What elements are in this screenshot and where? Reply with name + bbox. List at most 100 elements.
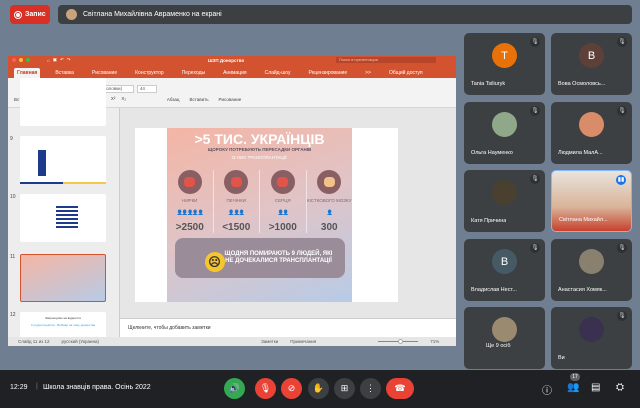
maximize-button[interactable] bbox=[26, 58, 30, 62]
participant-tile[interactable]: Ще 9 осіб bbox=[464, 307, 545, 369]
heart-icon bbox=[270, 170, 295, 194]
superscript-button[interactable]: X² bbox=[111, 96, 116, 101]
participant-tile[interactable]: B 🎙 Вова Осмоловсь... bbox=[551, 33, 632, 95]
slide-canvas: >5 ТИС. УКРАЇНЦІВ ЩОРОКУ ПОТРЕБУЮТЬ ПЕРЕ… bbox=[120, 108, 456, 318]
tab-draw[interactable]: Рисование bbox=[89, 68, 120, 78]
subscript-button[interactable]: X₂ bbox=[121, 96, 126, 101]
font-size-select[interactable]: 44 bbox=[136, 84, 157, 93]
share-button[interactable]: Общий доступ bbox=[386, 68, 426, 78]
meeting-title: Школа знавців права. Осінь 2022 bbox=[43, 384, 151, 391]
organ-kidneys: НИРКИ 👤👤👤👤👤 >2500 bbox=[167, 170, 214, 233]
slide-thumbnail-9[interactable] bbox=[20, 136, 106, 184]
tab-slideshow[interactable]: Слайд-шоу bbox=[262, 68, 294, 78]
clock: 12:29 bbox=[10, 384, 28, 391]
camera-off-icon: ⊘ bbox=[287, 383, 296, 393]
participant-tile[interactable]: 🎙 Людмила МалА... bbox=[551, 102, 632, 164]
slide-thumbnails: 9 10 11 12 Запрошуємо на відкриття 4 груд… bbox=[8, 78, 120, 346]
drawing-button[interactable]: Рисование bbox=[219, 83, 242, 102]
activities-icon[interactable]: ⛭ bbox=[616, 382, 624, 393]
current-slide[interactable]: >5 ТИС. УКРАЇНЦІВ ЩОРОКУ ПОТРЕБУЮТЬ ПЕРЕ… bbox=[135, 128, 398, 302]
mic-button[interactable]: 🎙 bbox=[255, 378, 276, 399]
avatar bbox=[492, 317, 517, 342]
raise-hand-button[interactable]: ✋ bbox=[308, 378, 329, 399]
mic-off-icon: 🎙 bbox=[530, 174, 540, 184]
participant-tile[interactable]: 🎙 Ольга Науменко bbox=[464, 102, 545, 164]
participant-tile[interactable]: 🎙 Ви bbox=[551, 307, 632, 369]
participant-tile[interactable]: T 🎙 Tania Tsiliuryk bbox=[464, 33, 545, 95]
deaths-banner: ☹ ЩОДНЯ ПОМИРАЮТЬ 9 ЛЮДЕЙ, ЯКІ НЕ ДОЧЕКАЛ… bbox=[174, 238, 345, 278]
tab-review[interactable]: Рецензирование bbox=[306, 68, 351, 78]
avatar: B bbox=[492, 249, 517, 274]
avatar bbox=[492, 180, 517, 205]
zoom-level: 71% bbox=[430, 339, 440, 344]
participant-tile[interactable]: 🎙 Катя Причина bbox=[464, 170, 545, 232]
participant-name: Ви bbox=[558, 355, 565, 361]
kidney-icon bbox=[177, 170, 202, 194]
tab-animation[interactable]: Анимация bbox=[220, 68, 249, 78]
chat-icon[interactable]: ▤ bbox=[591, 382, 600, 393]
home-icon[interactable]: ⌂ bbox=[47, 58, 50, 63]
avatar bbox=[579, 249, 604, 274]
tab-insert[interactable]: Вставка bbox=[52, 68, 77, 78]
undo-icon[interactable]: ↶ bbox=[60, 57, 64, 63]
tab-design[interactable]: Конструктор bbox=[132, 68, 167, 78]
notes-field[interactable]: Щелкните, чтобы добавить заметки bbox=[120, 318, 456, 337]
meeting-controls-bar: 12:29 | Школа знавців права. Осінь 2022 … bbox=[0, 370, 640, 408]
slide-thumbnail[interactable] bbox=[20, 78, 106, 126]
redo-icon[interactable]: ↷ bbox=[67, 57, 71, 63]
people-count-badge: 17 bbox=[570, 373, 580, 381]
people-icon[interactable]: 👥 bbox=[567, 382, 579, 393]
speaker-icon: 🔊 bbox=[228, 383, 241, 393]
tab-transitions[interactable]: Переходы bbox=[179, 68, 208, 78]
slide-thumbnail-10[interactable] bbox=[20, 194, 106, 242]
search-input[interactable]: Поиск в презентации bbox=[336, 57, 436, 63]
bone-marrow-icon bbox=[317, 170, 342, 194]
people-icons: 👤👤👤 bbox=[228, 210, 245, 216]
slide-thumbnail-11[interactable] bbox=[20, 254, 106, 302]
more-vert-icon: ⋮ bbox=[366, 383, 375, 393]
participant-name: Владислав Нест... bbox=[471, 287, 517, 293]
title-bar: ⌂ ▣ ↶ ↷ ШЗП Донорство Поиск в презентаци… bbox=[8, 56, 456, 64]
hang-up-icon: ☎ bbox=[394, 383, 406, 393]
save-icon[interactable]: ▣ bbox=[53, 57, 57, 63]
participant-name: Світлана Михайл... bbox=[559, 217, 608, 223]
leave-call-button[interactable]: ☎ bbox=[386, 378, 414, 399]
organ-liver: ПЕЧІНКИ 👤👤👤 <1500 bbox=[214, 170, 260, 233]
tab-home[interactable]: Главная bbox=[14, 68, 41, 78]
document-title: ШЗП Донорство bbox=[208, 57, 245, 63]
notes-button[interactable]: Заметки bbox=[261, 339, 278, 344]
avatar: B bbox=[579, 43, 604, 68]
mic-off-icon: 🎙 bbox=[530, 106, 540, 116]
powerpoint-window: ⌂ ▣ ↶ ↷ ШЗП Донорство Поиск в презентаци… bbox=[8, 56, 456, 346]
mic-off-icon: 🎙 bbox=[617, 311, 627, 321]
more-tabs[interactable]: >> bbox=[362, 68, 374, 78]
mic-off-icon: 🎙 bbox=[617, 37, 627, 47]
paragraph-button[interactable]: Абзац bbox=[167, 83, 180, 102]
mic-off-icon: 🎙 bbox=[617, 106, 627, 116]
present-icon: ⊞ bbox=[340, 383, 349, 393]
participant-tile[interactable]: ▮▮ Світлана Михайл... bbox=[551, 170, 632, 232]
minimize-button[interactable] bbox=[19, 58, 23, 62]
present-button[interactable]: ⊞ bbox=[334, 378, 355, 399]
comments-button[interactable]: Примечания bbox=[290, 339, 316, 344]
camera-button[interactable]: ⊘ bbox=[281, 378, 302, 399]
participant-tile[interactable]: B 🎙 Владислав Нест... bbox=[464, 239, 545, 301]
participant-name: Tania Tsiliuryk bbox=[471, 81, 506, 87]
mic-off-icon: 🎙 bbox=[259, 383, 272, 393]
organ-bone-marrow: КІСТКОВОГО МОЗКУ 👤 300 bbox=[307, 170, 353, 233]
more-options-button[interactable]: ⋮ bbox=[360, 378, 381, 399]
participant-name: Вова Осмоловсь... bbox=[558, 81, 606, 87]
speaker-button[interactable]: 🔊 bbox=[224, 378, 245, 399]
record-icon bbox=[14, 10, 22, 19]
avatar bbox=[66, 9, 77, 20]
insert-button[interactable]: Вставить bbox=[189, 83, 208, 102]
liver-icon bbox=[224, 170, 249, 194]
zoom-slider[interactable] bbox=[378, 339, 419, 344]
mic-off-icon: 🎙 bbox=[617, 243, 627, 253]
info-icon[interactable]: ⓘ bbox=[542, 382, 552, 397]
record-badge[interactable]: Запис bbox=[10, 5, 50, 24]
close-button[interactable] bbox=[12, 58, 16, 62]
presenter-banner: Світлана Михайлівна Авраменко на екрані bbox=[58, 5, 632, 24]
avatar: T bbox=[492, 43, 517, 68]
participant-tile[interactable]: 🎙 Анастасия Хомяк... bbox=[551, 239, 632, 301]
